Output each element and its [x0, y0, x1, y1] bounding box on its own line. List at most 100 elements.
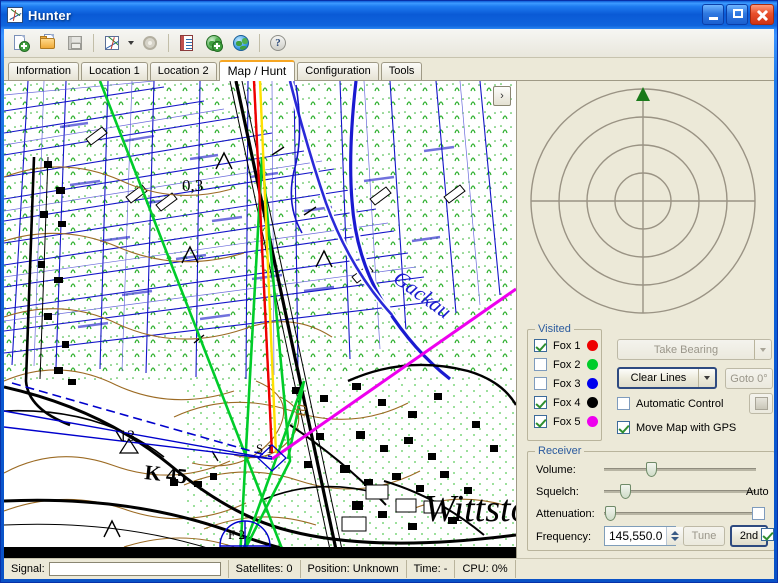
automatic-control-checkbox[interactable] [617, 397, 630, 410]
frequency-label: Frequency: [536, 531, 591, 543]
fox-4-checkbox[interactable] [534, 396, 547, 409]
visited-group-label: Visited [535, 323, 574, 335]
fox-row-5[interactable]: Fox 5 [534, 412, 598, 431]
take-bearing-button[interactable]: Take Bearing [617, 339, 772, 360]
toolbar-separator [168, 34, 169, 52]
receiver-group-label: Receiver [535, 445, 584, 457]
save-file-icon[interactable] [62, 30, 88, 56]
volume-slider-thumb[interactable] [646, 462, 657, 477]
logbook-icon[interactable] [174, 30, 200, 56]
status-bar: Signal: Satellites: 0 Position: Unknown … [4, 558, 774, 579]
auto-label: Auto [746, 486, 769, 498]
fox-row-2[interactable]: Fox 2 [534, 355, 598, 374]
goto-zero-button[interactable]: Goto 0° [725, 368, 773, 389]
status-satellites: Satellites: 0 [229, 560, 301, 578]
tune-button[interactable]: Tune [683, 526, 725, 546]
signal-label: Signal: [11, 563, 45, 575]
globe-icon[interactable] [228, 30, 254, 56]
clear-lines-dropdown-arrow-icon[interactable] [698, 369, 715, 387]
toolbar: ? [4, 29, 774, 58]
move-map-row[interactable]: Move Map with GPS [617, 421, 736, 434]
fox-5-checkbox[interactable] [534, 415, 547, 428]
frequency-spinner[interactable] [666, 527, 683, 545]
squelch-label: Squelch: [536, 486, 579, 498]
map-icon[interactable] [99, 30, 125, 56]
fox-row-1[interactable]: Fox 1 [534, 336, 598, 355]
title-bar: Hunter [1, 1, 777, 29]
resize-grip[interactable] [758, 561, 774, 577]
window-buttons [702, 4, 774, 25]
auto-squelch-checkbox[interactable] [752, 507, 765, 520]
tab-content-map-hunt: Gackau [4, 81, 774, 558]
frequency-value[interactable]: 145,550.0 [605, 527, 666, 545]
fox-1-label: Fox 1 [553, 340, 581, 352]
volume-label: Volume: [536, 464, 576, 476]
receiver-group: Receiver Volume: Squelch: Auto Attenuati… [527, 451, 774, 551]
status-signal: Signal: [4, 560, 229, 578]
new-file-icon[interactable] [8, 30, 34, 56]
help-icon[interactable]: ? [265, 30, 291, 56]
attenuation-slider[interactable] [604, 505, 756, 521]
tab-tools[interactable]: Tools [381, 62, 423, 80]
move-map-checkbox[interactable] [617, 421, 630, 434]
antenna-rotor-icon [755, 397, 768, 410]
clear-lines-label: Clear Lines [619, 372, 698, 384]
map-label-contour: 0,3 [182, 176, 203, 195]
fox-2-color-swatch [587, 359, 598, 370]
visited-group: Visited Fox 1 Fox 2 [527, 329, 602, 441]
tab-map-hunt[interactable]: Map / Hunt [219, 60, 296, 81]
fox-row-4[interactable]: Fox 4 [534, 393, 598, 412]
map-collapse-button[interactable]: › [493, 86, 511, 106]
open-file-icon[interactable] [35, 30, 61, 56]
automatic-control-label: Automatic Control [636, 398, 723, 410]
map-view[interactable]: Gackau [4, 81, 517, 558]
antenna-rotor-button[interactable] [749, 393, 773, 414]
automatic-control-row[interactable]: Automatic Control [617, 397, 723, 410]
add-gps-icon[interactable] [201, 30, 227, 56]
fox-3-label: Fox 3 [553, 378, 581, 390]
control-panel: Visited Fox 1 Fox 2 [517, 81, 774, 558]
fox-2-checkbox[interactable] [534, 358, 547, 371]
attenuation-slider-thumb[interactable] [605, 506, 616, 521]
maximize-button[interactable] [726, 4, 748, 25]
tab-information[interactable]: Information [8, 62, 79, 80]
tab-location-2[interactable]: Location 2 [150, 62, 217, 80]
fox-1-color-swatch [587, 340, 598, 351]
squelch-slider[interactable] [604, 483, 756, 499]
tab-configuration[interactable]: Configuration [297, 62, 378, 80]
status-position: Position: Unknown [301, 560, 407, 578]
take-bearing-label: Take Bearing [618, 344, 754, 356]
map-label-fox: F 2 [228, 527, 245, 542]
second-vfo-checkbox[interactable] [761, 528, 774, 541]
clear-lines-button[interactable]: Clear Lines [617, 367, 717, 389]
window-title: Hunter [28, 8, 71, 23]
map-label-side-number: 10 [293, 403, 310, 419]
status-cpu: CPU: 0% [455, 560, 515, 578]
settings-gear-icon[interactable] [137, 30, 163, 56]
topographic-map[interactable]: Gackau [4, 81, 516, 558]
squelch-slider-thumb[interactable] [620, 484, 631, 499]
minimize-button[interactable] [702, 4, 724, 25]
volume-slider[interactable] [604, 461, 756, 477]
tab-location-1[interactable]: Location 1 [81, 62, 148, 80]
second-vfo-label: 2nd [740, 530, 758, 542]
fox-5-color-swatch [587, 416, 598, 427]
close-button[interactable] [750, 4, 774, 25]
fox-1-checkbox[interactable] [534, 339, 547, 352]
toolbar-separator [259, 34, 260, 52]
toolbar-separator [93, 34, 94, 52]
map-dropdown-arrow-icon[interactable] [126, 31, 136, 55]
client-area: ? Information Location 1 Location 2 Map … [4, 29, 774, 579]
bearing-polar-display[interactable] [517, 81, 774, 321]
app-icon [7, 7, 23, 23]
status-time: Time: - [407, 560, 456, 578]
tune-label: Tune [692, 530, 717, 542]
frequency-input[interactable]: 145,550.0 [604, 526, 676, 546]
fox-row-3[interactable]: Fox 3 [534, 374, 598, 393]
map-label-town: Wittsto [424, 488, 516, 530]
fox-3-checkbox[interactable] [534, 377, 547, 390]
take-bearing-dropdown-arrow-icon[interactable] [754, 340, 771, 359]
fox-2-label: Fox 2 [553, 359, 581, 371]
signal-meter [49, 562, 221, 576]
fox-4-label: Fox 4 [553, 397, 581, 409]
